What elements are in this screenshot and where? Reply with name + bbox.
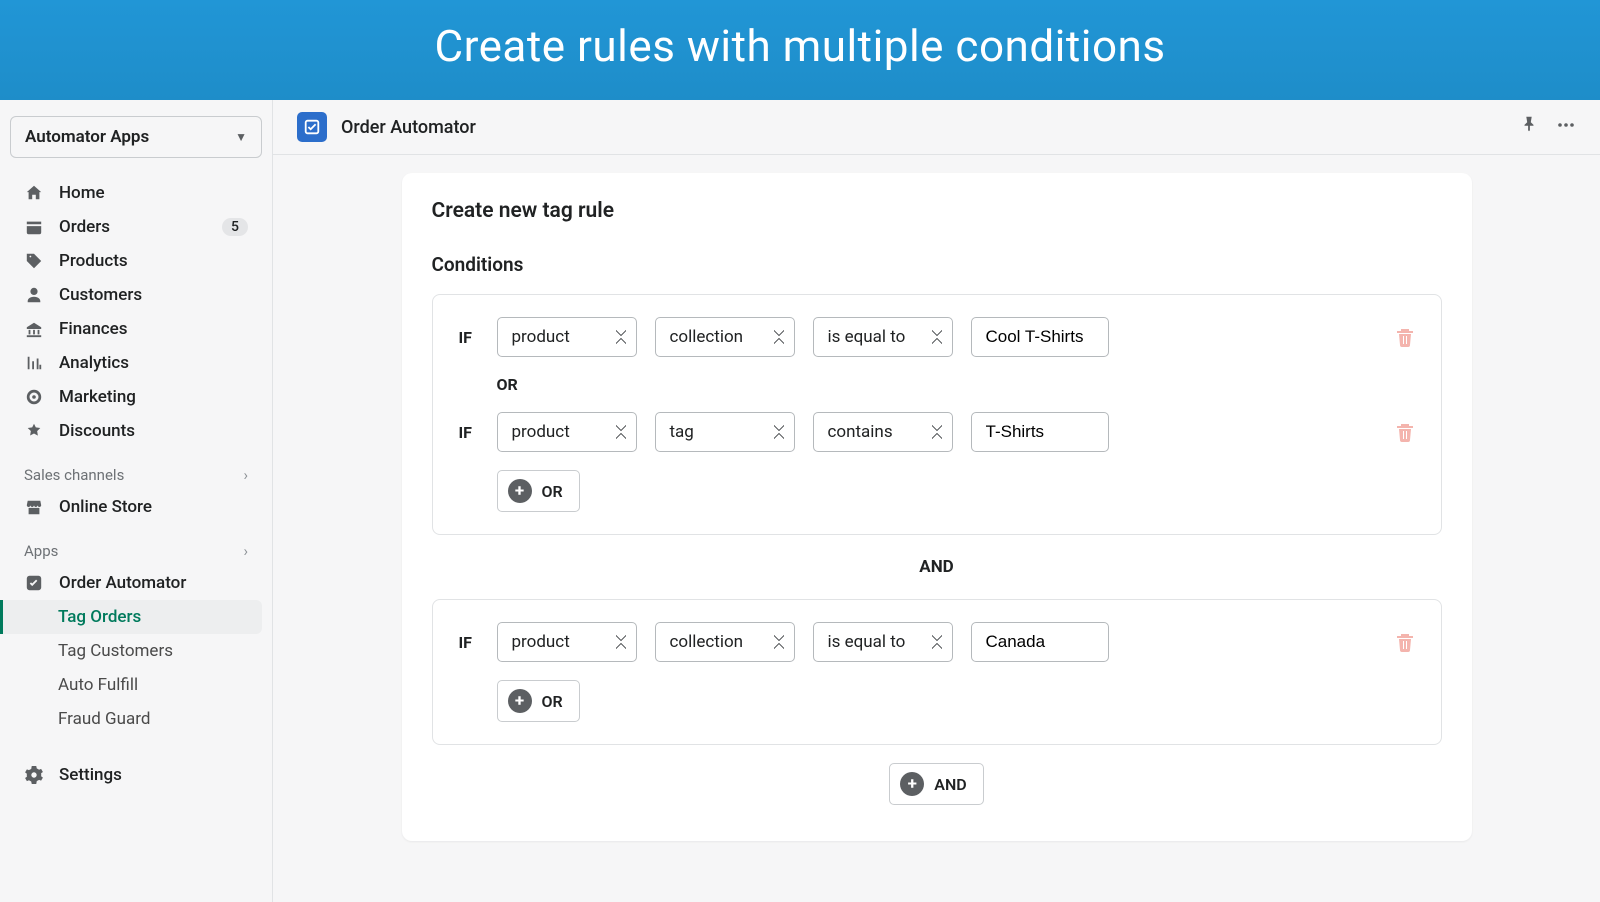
nav-analytics[interactable]: Analytics [10, 346, 262, 380]
add-or-button[interactable]: + OR [497, 680, 580, 722]
store-selector[interactable]: Automator Apps ▼ [10, 116, 262, 158]
caret-down-icon: ▼ [235, 130, 247, 144]
store-icon [24, 497, 44, 517]
customers-icon [24, 285, 44, 305]
chevron-right-icon: › [243, 542, 248, 560]
add-and-button[interactable]: + AND [889, 763, 983, 805]
plus-icon: + [508, 479, 532, 503]
subnav-auto-fulfill[interactable]: Auto Fulfill [10, 668, 262, 702]
nav-label: Marketing [59, 387, 248, 407]
condition-row: IF product collection is equal to [459, 317, 1415, 357]
nav-customers[interactable]: Customers [10, 278, 262, 312]
condition-row: IF product collection is equal to [459, 622, 1415, 662]
operator-select[interactable]: is equal to [813, 317, 953, 357]
operator-select[interactable]: is equal to [813, 622, 953, 662]
conditions-title: Conditions [432, 253, 1442, 276]
rule-card: Create new tag rule Conditions IF produc… [402, 173, 1472, 841]
products-icon [24, 251, 44, 271]
subject-select[interactable]: product [497, 317, 637, 357]
add-and-label: AND [934, 775, 966, 794]
add-or-label: OR [542, 692, 563, 711]
delete-icon[interactable] [1395, 327, 1415, 347]
if-label: IF [459, 633, 479, 652]
value-input[interactable] [971, 317, 1109, 357]
nav-label: Discounts [59, 421, 248, 441]
app-logo-icon [297, 112, 327, 142]
add-or-button[interactable]: + OR [497, 470, 580, 512]
or-label: OR [497, 375, 1415, 394]
more-icon[interactable] [1556, 115, 1576, 139]
nav-order-automator[interactable]: Order Automator [10, 566, 262, 600]
nav-label: Customers [59, 285, 248, 305]
store-name: Automator Apps [25, 127, 149, 147]
nav-discounts[interactable]: Discounts [10, 414, 262, 448]
nav-home[interactable]: Home [10, 176, 262, 210]
topbar: Order Automator [273, 100, 1600, 155]
subnav-tag-customers[interactable]: Tag Customers [10, 634, 262, 668]
attribute-select[interactable]: tag [655, 412, 795, 452]
home-icon [24, 183, 44, 203]
section-label: Sales channels [24, 466, 124, 484]
subnav-fraud-guard[interactable]: Fraud Guard [10, 702, 262, 736]
section-apps[interactable]: Apps › [10, 524, 262, 566]
marketing-icon [24, 387, 44, 407]
subject-select[interactable]: product [497, 622, 637, 662]
attribute-select[interactable]: collection [655, 317, 795, 357]
if-label: IF [459, 328, 479, 347]
gear-icon [24, 765, 44, 785]
nav-label: Finances [59, 319, 248, 339]
nav-label: Orders [59, 217, 207, 237]
operator-select[interactable]: contains [813, 412, 953, 452]
chevron-right-icon: › [243, 466, 248, 484]
nav-label: Products [59, 251, 248, 271]
if-label: IF [459, 423, 479, 442]
section-label: Apps [24, 542, 58, 560]
nav-label: Analytics [59, 353, 248, 373]
condition-group: IF product collection is equal to OR IF … [432, 294, 1442, 535]
delete-icon[interactable] [1395, 632, 1415, 652]
section-sales-channels[interactable]: Sales channels › [10, 448, 262, 490]
finances-icon [24, 319, 44, 339]
discounts-icon [24, 421, 44, 441]
value-input[interactable] [971, 622, 1109, 662]
subject-select[interactable]: product [497, 412, 637, 452]
add-or-label: OR [542, 482, 563, 501]
banner-title: Create rules with multiple conditions [0, 0, 1600, 100]
nav-online-store[interactable]: Online Store [10, 490, 262, 524]
app-title: Order Automator [341, 117, 476, 138]
card-title: Create new tag rule [432, 199, 1442, 223]
plus-icon: + [508, 689, 532, 713]
analytics-icon [24, 353, 44, 373]
and-label: AND [432, 557, 1442, 577]
delete-icon[interactable] [1395, 422, 1415, 442]
attribute-select[interactable]: collection [655, 622, 795, 662]
plus-icon: + [900, 772, 924, 796]
nav-label: Settings [59, 765, 122, 785]
nav-marketing[interactable]: Marketing [10, 380, 262, 414]
nav-products[interactable]: Products [10, 244, 262, 278]
condition-group: IF product collection is equal to + OR [432, 599, 1442, 745]
sidebar: Automator Apps ▼ Home Orders 5 Products … [0, 100, 273, 902]
app-icon [24, 573, 44, 593]
nav-finances[interactable]: Finances [10, 312, 262, 346]
nav-settings[interactable]: Settings [10, 758, 262, 792]
nav-label: Online Store [59, 497, 248, 517]
orders-badge: 5 [222, 218, 248, 236]
nav-label: Order Automator [59, 573, 248, 593]
pin-icon[interactable] [1520, 115, 1538, 139]
condition-row: IF product tag contains [459, 412, 1415, 452]
orders-icon [24, 217, 44, 237]
nav-orders[interactable]: Orders 5 [10, 210, 262, 244]
nav-label: Home [59, 183, 248, 203]
subnav-tag-orders[interactable]: Tag Orders [0, 600, 262, 634]
value-input[interactable] [971, 412, 1109, 452]
